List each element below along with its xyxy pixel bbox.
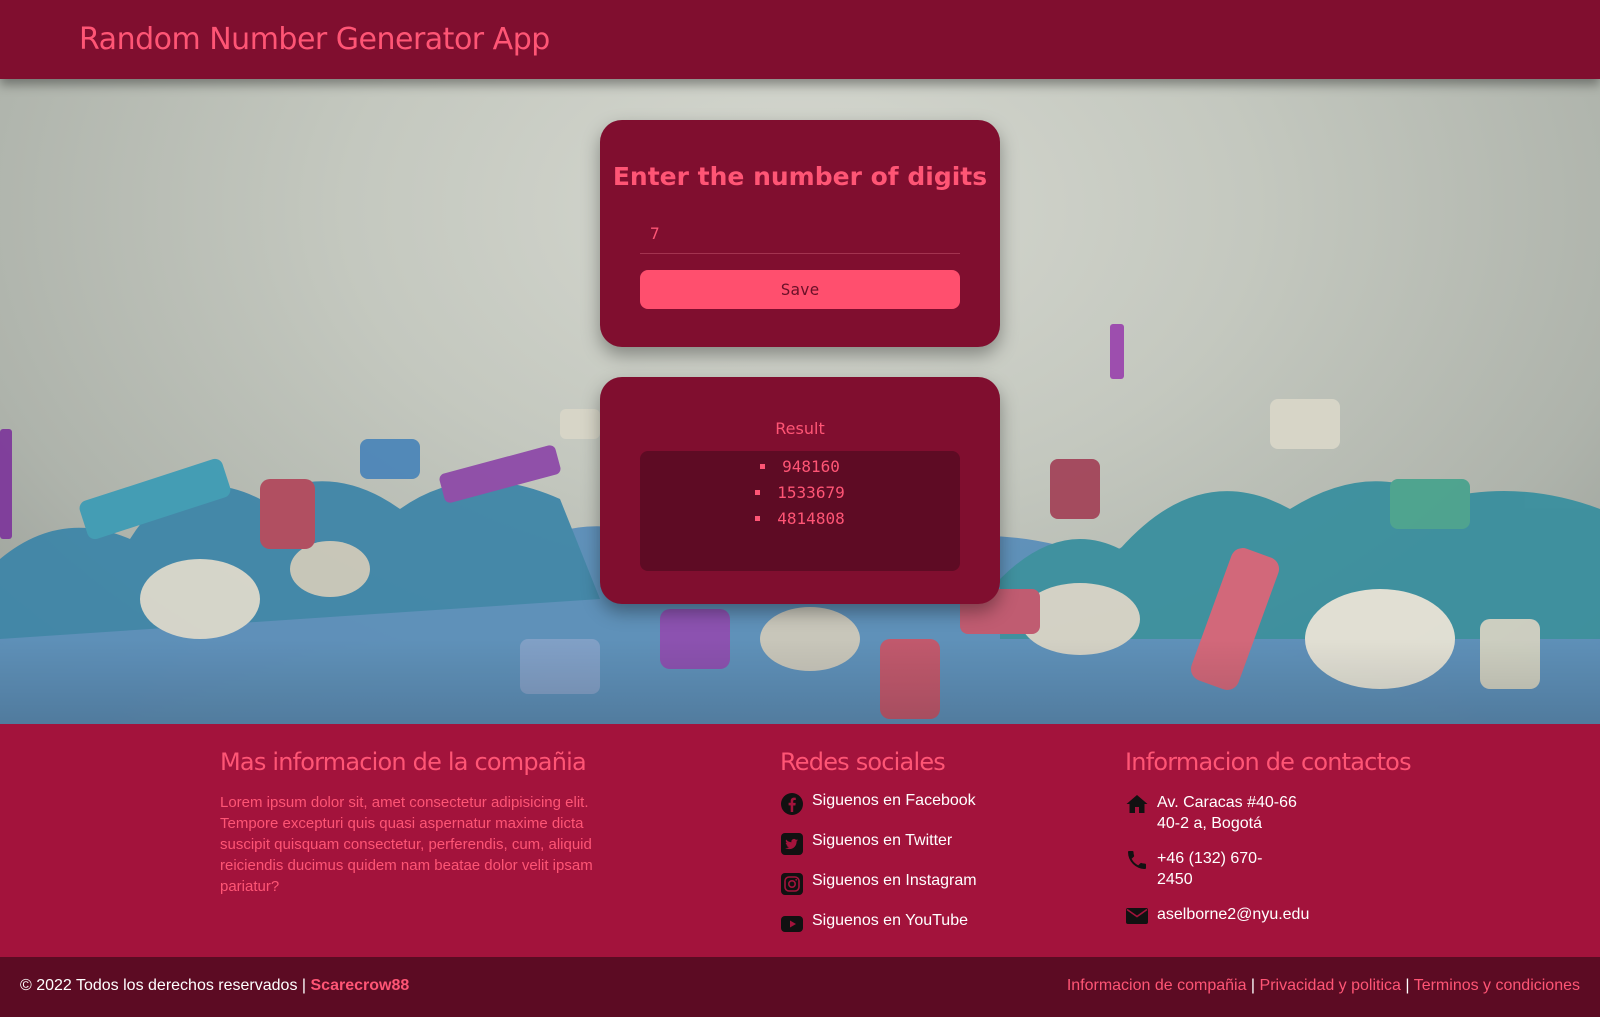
social-link-twitter[interactable]: Siguenos en Twitter <box>780 832 952 856</box>
facebook-icon <box>781 793 803 815</box>
footer-main: Mas informacion de la compañia Lorem ips… <box>0 724 1600 957</box>
app-header: Random Number Generator App <box>0 0 1600 79</box>
phone-line-2: 2450 <box>1157 871 1193 888</box>
phone-line-1: +46 (132) 670- <box>1157 850 1263 867</box>
digits-input[interactable] <box>640 214 960 254</box>
app-title: Random Number Generator App <box>79 22 550 57</box>
contact-phone: +46 (132) 670- 2450 <box>1125 848 1262 890</box>
copyright: © 2022 Todos los derechos reservados | S… <box>20 977 409 995</box>
instagram-icon <box>781 873 803 895</box>
home-icon <box>1126 795 1148 813</box>
address-line-1: Av. Caracas #40-66 <box>1157 794 1297 811</box>
contact-heading: Informacion de contactos <box>1125 748 1412 776</box>
footer-link-company-info[interactable]: Informacion de compañia <box>1067 977 1247 994</box>
footer-link-separator: | <box>1250 977 1256 994</box>
copyright-text: © 2022 Todos los derechos reservados | <box>20 977 307 994</box>
result-item: 1533679 <box>640 480 960 506</box>
phone-icon <box>1128 851 1146 869</box>
social-link-instagram[interactable]: Siguenos en Instagram <box>780 872 977 896</box>
address-line-2: 40-2 a, Bogotá <box>1157 815 1262 832</box>
social-link-youtube[interactable]: Siguenos en YouTube <box>780 912 968 936</box>
footer-bottom: © 2022 Todos los derechos reservados | S… <box>0 957 1600 1017</box>
email-text: aselborne2@nyu.edu <box>1157 906 1310 923</box>
social-link-label: Siguenos en Instagram <box>812 872 977 889</box>
footer-link-privacy[interactable]: Privacidad y politica <box>1260 977 1401 994</box>
digits-form-card: Enter the number of digits Save <box>600 120 1000 347</box>
about-heading: Mas informacion de la compañia <box>220 748 587 776</box>
result-box: 948160 1533679 4814808 <box>640 451 960 571</box>
save-button[interactable]: Save <box>640 270 960 309</box>
social-link-label: Siguenos en Facebook <box>812 792 976 809</box>
social-heading: Redes sociales <box>780 748 946 776</box>
contact-address: Av. Caracas #40-66 40-2 a, Bogotá <box>1125 792 1297 834</box>
social-link-facebook[interactable]: Siguenos en Facebook <box>780 792 976 816</box>
social-link-label: Siguenos en YouTube <box>812 912 968 929</box>
about-text: Lorem ipsum dolor sit, amet consectetur … <box>220 794 593 895</box>
result-item: 4814808 <box>640 506 960 532</box>
footer-links: Informacion de compañia | Privacidad y p… <box>1067 977 1580 995</box>
result-card: Result 948160 1533679 4814808 <box>600 377 1000 604</box>
result-item: 948160 <box>640 454 960 480</box>
result-label: Result <box>775 419 825 438</box>
footer-link-terms[interactable]: Terminos y condiciones <box>1414 977 1580 994</box>
twitter-icon <box>781 833 803 855</box>
youtube-icon <box>781 916 803 932</box>
footer-link-separator: | <box>1405 977 1410 994</box>
contact-email: aselborne2@nyu.edu <box>1125 904 1309 928</box>
result-list: 948160 1533679 4814808 <box>640 454 960 532</box>
social-link-label: Siguenos en Twitter <box>812 832 953 849</box>
envelope-icon <box>1126 908 1148 924</box>
brand-link[interactable]: Scarecrow88 <box>311 977 410 994</box>
form-title: Enter the number of digits <box>612 162 988 191</box>
